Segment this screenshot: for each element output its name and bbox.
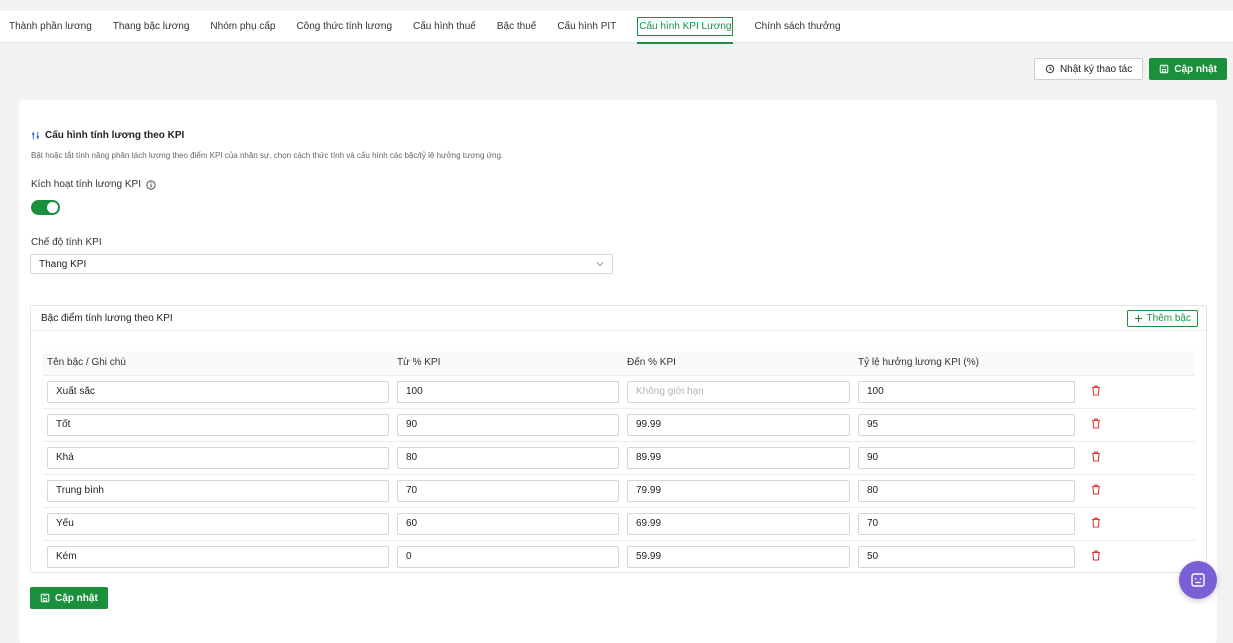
section-description: Bật hoặc tắt tính năng phân tách lương t… [31, 151, 504, 160]
tier-name-input[interactable] [47, 446, 389, 469]
column-header-name: Tên bậc / Ghi chú [43, 351, 393, 376]
tier-to-input[interactable] [627, 380, 850, 403]
tab-salary-components[interactable]: Thành phần lương [9, 11, 92, 43]
tier-name-input[interactable] [47, 545, 389, 568]
kpi-toggle-label-text: Kích hoạt tính lương KPI [31, 179, 141, 190]
tier-rate-input[interactable] [858, 446, 1075, 469]
tab-salary-scale[interactable]: Thang bậc lương [113, 11, 190, 43]
table-header-row: Tên bậc / Ghi chú Từ % KPI Đến % KPI Tỷ … [43, 351, 1195, 376]
tier-rate-input[interactable] [858, 380, 1075, 403]
kpi-tiers-title: Bậc điểm tính lương theo KPI [41, 312, 173, 324]
table-row [43, 375, 1195, 409]
table-row [43, 474, 1195, 508]
tab-bonus-policy[interactable]: Chính sách thưởng [754, 11, 840, 43]
chevron-down-icon [596, 262, 604, 267]
column-header-from: Từ % KPI [393, 351, 623, 376]
activity-log-label: Nhật ký thao tác [1059, 63, 1133, 75]
kpi-tiers-table: Tên bậc / Ghi chú Từ % KPI Đến % KPI Tỷ … [43, 351, 1195, 573]
trash-icon[interactable] [1091, 484, 1101, 495]
section-title: Cấu hình tính lương theo KPI [31, 130, 184, 141]
trash-icon[interactable] [1091, 451, 1101, 462]
column-header-to: Đến % KPI [623, 351, 854, 376]
tab-bar: Thành phần lương Thang bậc lương Nhóm ph… [0, 11, 1233, 44]
tier-from-input[interactable] [397, 413, 619, 436]
kpi-toggle-label: Kích hoạt tính lương KPI [31, 179, 156, 190]
kpi-config-card: Cấu hình tính lương theo KPI Bật hoặc tắ… [19, 100, 1217, 643]
tab-kpi-salary-config[interactable]: Cấu hình KPI Lương [637, 17, 734, 44]
column-header-rate: Tỷ lệ hưởng lương KPI (%) [854, 351, 1079, 376]
tier-rate-input[interactable] [858, 545, 1075, 568]
kpi-tiers-header: Bậc điểm tính lương theo KPI Thêm bậc [31, 306, 1206, 331]
trash-icon[interactable] [1091, 385, 1101, 396]
trash-icon[interactable] [1091, 550, 1101, 561]
tab-salary-formula[interactable]: Công thức tính lương [296, 11, 392, 43]
tier-name-input[interactable] [47, 413, 389, 436]
section-title-text: Cấu hình tính lương theo KPI [45, 130, 185, 141]
tier-from-input[interactable] [397, 512, 619, 535]
activity-log-button[interactable]: Nhật ký thao tác [1033, 58, 1144, 80]
bottom-update-label: Cập nhật [55, 592, 98, 604]
tier-name-input[interactable] [47, 512, 389, 535]
trash-icon[interactable] [1091, 418, 1101, 429]
tier-rate-input[interactable] [858, 413, 1075, 436]
kpi-mode-value: Thang KPI [39, 258, 87, 270]
add-tier-button[interactable]: Thêm bậc [1126, 309, 1198, 327]
info-icon[interactable] [146, 179, 156, 190]
sliders-icon [32, 131, 39, 140]
kpi-mode-select[interactable]: Thang KPI [30, 254, 613, 274]
tier-to-input[interactable] [627, 545, 850, 568]
tier-from-input[interactable] [397, 479, 619, 502]
update-label: Cập nhật [1174, 63, 1217, 75]
tab-tax-config[interactable]: Cấu hình thuế [413, 11, 476, 43]
tier-name-input[interactable] [47, 380, 389, 403]
tier-rate-input[interactable] [858, 479, 1075, 502]
top-strip [0, 0, 1233, 11]
table-row [43, 441, 1195, 475]
tier-name-input[interactable] [47, 479, 389, 502]
tier-to-input[interactable] [627, 446, 850, 469]
tier-to-input[interactable] [627, 512, 850, 535]
tier-from-input[interactable] [397, 446, 619, 469]
table-row [43, 507, 1195, 541]
tier-from-input[interactable] [397, 545, 619, 568]
chatbot-icon [1191, 573, 1205, 587]
table-row [43, 540, 1195, 573]
column-header-actions [1079, 351, 1195, 376]
trash-icon[interactable] [1091, 517, 1101, 528]
tier-rate-input[interactable] [858, 512, 1075, 535]
chatbot-button[interactable] [1179, 561, 1217, 599]
tier-to-input[interactable] [627, 413, 850, 436]
history-icon [1045, 64, 1055, 74]
plus-icon [1134, 314, 1142, 322]
save-icon [40, 593, 50, 603]
kpi-tiers-panel: Bậc điểm tính lương theo KPI Thêm bậc Tê… [30, 305, 1207, 573]
update-button[interactable]: Cập nhật [1149, 58, 1227, 80]
save-icon [1159, 64, 1169, 74]
tier-to-input[interactable] [627, 479, 850, 502]
tab-tax-brackets[interactable]: Bậc thuế [497, 11, 536, 43]
tab-pit-config[interactable]: Cấu hình PIT [557, 11, 616, 43]
add-tier-label: Thêm bậc [1146, 312, 1191, 324]
bottom-update-button[interactable]: Cập nhật [30, 587, 108, 609]
table-row [43, 408, 1195, 442]
toolbar: Nhật ký thao tác Cập nhật [1033, 58, 1227, 80]
kpi-mode-label: Chế độ tính KPI [31, 237, 102, 248]
tab-allowance-groups[interactable]: Nhóm phụ cấp [210, 11, 275, 43]
toggle-knob [47, 202, 58, 213]
kpi-activation-toggle[interactable] [31, 200, 60, 215]
tier-from-input[interactable] [397, 380, 619, 403]
